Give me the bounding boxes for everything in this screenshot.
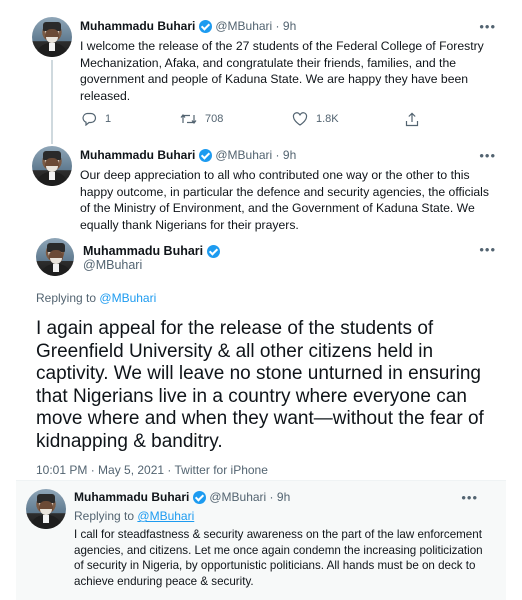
author-handle[interactable]: @MBuhari <box>83 258 142 272</box>
replying-prefix: Replying to <box>74 509 135 523</box>
tweet-2[interactable]: Muhammadu Buhari @MBuhari · 9h ••• Our d… <box>0 142 522 232</box>
separator-dot: · <box>272 19 283 33</box>
author-name[interactable]: Muhammadu Buhari <box>80 19 195 33</box>
tweet-actions: 1 708 1.8K <box>82 112 432 130</box>
tweet-header: Muhammadu Buhari @MBuhari · 9h <box>74 490 290 504</box>
retweet-count: 708 <box>205 113 224 125</box>
replying-to: Replying to @MBuhari <box>36 291 156 305</box>
tweet-time[interactable]: 9h <box>283 19 296 33</box>
retweet-button[interactable]: 708 <box>180 112 223 126</box>
reply-icon <box>82 112 97 126</box>
share-icon <box>405 112 419 127</box>
reply-button[interactable]: 1 <box>82 112 111 126</box>
more-icon[interactable]: ••• <box>479 242 496 257</box>
verified-badge-icon <box>199 148 213 162</box>
author-name[interactable]: Muhammadu Buhari <box>74 490 189 504</box>
tweet-1[interactable]: Muhammadu Buhari @MBuhari · 9h ••• I wel… <box>0 0 522 144</box>
tweet-header: Muhammadu Buhari @MBuhari · 9h <box>80 148 296 162</box>
thread-line <box>51 60 53 144</box>
tweet-text: I call for steadfastness & security awar… <box>74 528 483 588</box>
main-author-header: Muhammadu Buhari <box>83 244 223 258</box>
author-name[interactable]: Muhammadu Buhari <box>80 148 195 162</box>
more-icon[interactable]: ••• <box>479 19 496 34</box>
separator-dot: · <box>266 490 277 504</box>
tweet-timestamp[interactable]: 10:01 PM · May 5, 2021 · Twitter for iPh… <box>36 463 268 477</box>
like-button[interactable]: 1.8K <box>292 112 339 126</box>
verified-badge-icon <box>207 244 221 258</box>
verified-badge-icon <box>199 19 213 33</box>
replying-prefix: Replying to <box>36 291 97 305</box>
more-icon[interactable]: ••• <box>461 490 478 505</box>
replying-to-link[interactable]: @MBuhari <box>137 509 194 523</box>
tweet-time[interactable]: 9h <box>283 148 296 162</box>
share-button[interactable] <box>405 112 419 127</box>
replying-to: Replying to @MBuhari <box>74 509 194 523</box>
avatar[interactable] <box>32 17 72 57</box>
tweet-text: Our deep appreciation to all who contrib… <box>80 168 489 232</box>
like-icon <box>292 112 308 126</box>
replying-to-link[interactable]: @MBuhari <box>99 291 156 305</box>
reply-count: 1 <box>105 113 112 125</box>
like-count: 1.8K <box>316 113 339 125</box>
tweet-text: I welcome the release of the 27 students… <box>80 39 484 103</box>
avatar[interactable] <box>36 238 74 276</box>
main-tweet-text: I again appeal for the release of the st… <box>36 318 484 452</box>
retweet-icon <box>180 114 197 124</box>
separator-dot: · <box>272 148 283 162</box>
tweet-time[interactable]: 9h <box>277 490 290 504</box>
more-icon[interactable]: ••• <box>479 148 496 163</box>
author-handle[interactable]: @MBuhari <box>209 490 266 504</box>
author-name[interactable]: Muhammadu Buhari <box>83 244 203 258</box>
author-handle[interactable]: @MBuhari <box>215 148 272 162</box>
avatar[interactable] <box>32 146 72 186</box>
tweet-header: Muhammadu Buhari @MBuhari · 9h <box>80 19 296 33</box>
avatar[interactable] <box>26 489 66 529</box>
author-handle[interactable]: @MBuhari <box>215 19 272 33</box>
verified-badge-icon <box>193 490 207 504</box>
reply-tweet[interactable]: Muhammadu Buhari @MBuhari · 9h ••• Reply… <box>16 481 506 600</box>
